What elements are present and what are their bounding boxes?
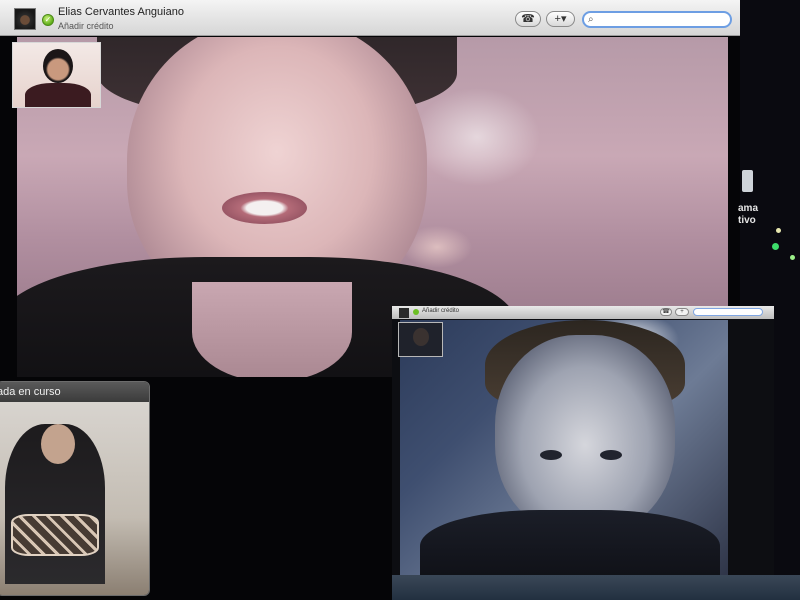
secondary-status-icon	[413, 309, 419, 315]
secondary-remote-video[interactable]	[400, 320, 728, 586]
add-button[interactable]: +▾	[546, 11, 575, 27]
call-video-object	[11, 514, 99, 556]
search-icon: ⌕	[588, 14, 594, 25]
secondary-video-face	[495, 335, 675, 535]
online-status-icon: ✓	[42, 14, 54, 26]
dialpad-button[interactable]: ☎	[515, 11, 541, 27]
secondary-video-eye	[540, 450, 562, 460]
call-toolbar: ✓ Elias Cervantes Anguiano Añadir crédit…	[0, 0, 740, 36]
call-video-person	[5, 424, 105, 584]
call-window-title: ada en curso	[0, 386, 61, 398]
remote-video-neck	[192, 282, 352, 377]
secondary-self-head	[413, 328, 429, 346]
secondary-add-button[interactable]: +	[675, 308, 689, 316]
background-text-line-1: ama	[738, 203, 759, 214]
background-light-dot	[772, 243, 779, 250]
background-light-dot	[790, 255, 795, 260]
secondary-video-eye	[600, 450, 622, 460]
search-input[interactable]	[600, 13, 724, 26]
add-credit-link[interactable]: Añadir crédito	[58, 21, 114, 31]
remote-video-mouth	[222, 192, 307, 224]
dialpad-icon: ☎	[521, 13, 535, 25]
search-box[interactable]: ⌕	[582, 11, 732, 28]
background-file-icon	[742, 170, 753, 192]
secondary-dialpad-button[interactable]: ☎	[660, 308, 672, 316]
secondary-search-input[interactable]	[693, 308, 763, 316]
contact-avatar[interactable]	[14, 8, 36, 30]
secondary-call-window[interactable]: Añadir crédito ☎ +	[392, 306, 774, 586]
self-preview-head	[43, 49, 73, 83]
secondary-add-credit-link[interactable]: Añadir crédito	[422, 308, 459, 314]
background-text-line-2: tivo	[738, 215, 756, 226]
call-window-video	[0, 402, 149, 595]
call-in-progress-window[interactable]: ada en curso	[0, 381, 150, 596]
background-light-dot	[776, 228, 781, 233]
self-video-preview[interactable]	[12, 42, 101, 108]
secondary-toolbar: Añadir crédito ☎ +	[392, 306, 774, 319]
secondary-contact-avatar[interactable]	[399, 308, 409, 318]
secondary-self-preview[interactable]	[398, 322, 443, 357]
call-video-face	[41, 424, 75, 464]
self-preview-body	[25, 83, 91, 107]
contact-name: Elias Cervantes Anguiano	[58, 6, 184, 18]
call-window-title-bar[interactable]: ada en curso	[0, 382, 149, 402]
bottom-dock-strip	[392, 575, 800, 600]
